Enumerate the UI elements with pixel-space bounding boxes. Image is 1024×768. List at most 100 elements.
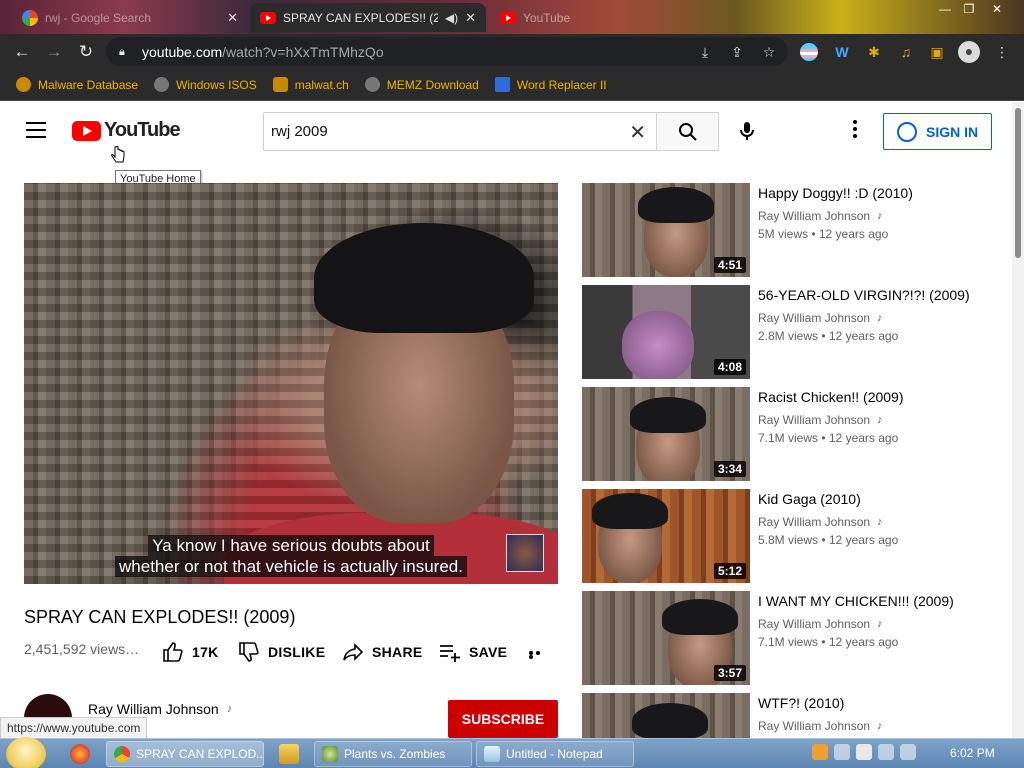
related-video[interactable]: WTF?! (2010) Ray William Johnson ♪ <box>582 693 1002 738</box>
close-tab-icon[interactable]: ✕ <box>227 10 238 26</box>
video-thumbnail[interactable]: 4:51 <box>582 183 750 277</box>
side-panel-icon[interactable]: ▣ <box>927 42 947 62</box>
search-query: rwj 2009 <box>271 123 328 140</box>
tab-youtube[interactable]: YouTube <box>490 3 610 32</box>
network-icon[interactable] <box>878 744 894 760</box>
channel-watermark[interactable] <box>506 534 544 572</box>
view-count[interactable]: 2,451,592 views… <box>24 641 139 657</box>
related-channel[interactable]: Ray William Johnson ♪ <box>758 719 883 733</box>
voice-search-button[interactable] <box>730 114 764 148</box>
music-note-icon: ♪ <box>877 516 883 528</box>
related-meta: 5M views • 12 years ago <box>758 227 889 241</box>
bookmark-star-icon[interactable]: ☆ <box>759 42 779 62</box>
video-frame-hair <box>314 223 534 333</box>
word-replacer-extension-icon[interactable]: W <box>832 42 852 62</box>
video-player[interactable]: Ya know I have serious doubts about whet… <box>24 183 558 584</box>
taskbar-app-chrome[interactable]: SPRAY CAN EXPLOD... <box>106 741 264 767</box>
sign-in-button[interactable]: SIGN IN <box>883 113 992 150</box>
related-video[interactable]: 5:12 Kid Gaga (2010) Ray William Johnson… <box>582 489 1002 585</box>
more-actions-icon[interactable] <box>529 651 547 659</box>
close-window-icon[interactable]: ✕ <box>986 0 1008 18</box>
profile-avatar-icon[interactable]: ● <box>958 41 980 63</box>
chrome-menu-icon[interactable]: ⋮ <box>992 42 1012 62</box>
related-video[interactable]: 3:34 Racist Chicken!! (2009) Ray William… <box>582 387 1002 483</box>
subscribe-button[interactable]: SUBSCRIBE <box>448 700 558 738</box>
video-thumbnail[interactable]: 3:57 <box>582 591 750 685</box>
start-button[interactable] <box>6 737 46 768</box>
related-title[interactable]: 56-YEAR-OLD VIRGIN?!?! (2009) <box>758 287 970 303</box>
media-queue-icon[interactable]: ♫ <box>896 42 916 62</box>
account-icon <box>897 121 917 142</box>
volume-icon[interactable] <box>900 744 916 760</box>
taskbar-app-notepad[interactable]: Untitled - Notepad <box>476 741 634 767</box>
video-thumbnail[interactable]: 3:34 <box>582 387 750 481</box>
channel-name[interactable]: Ray William Johnson ♪ <box>88 701 232 717</box>
firefox-icon[interactable] <box>70 744 90 764</box>
duration-badge: 3:34 <box>713 461 746 477</box>
related-video[interactable]: 4:08 56-YEAR-OLD VIRGIN?!?! (2009) Ray W… <box>582 285 1002 381</box>
bookmark-label: Windows ISOS <box>176 77 257 92</box>
windows-taskbar: SPRAY CAN EXPLOD... Plants vs. Zombies U… <box>0 737 1024 768</box>
related-title[interactable]: Racist Chicken!! (2009) <box>758 389 904 405</box>
related-channel[interactable]: Ray William Johnson ♪ <box>758 515 883 529</box>
hand-cursor-icon <box>111 146 125 163</box>
extensions-puzzle-icon[interactable]: ✱ <box>864 42 884 62</box>
share-button[interactable]: SHARE <box>342 641 423 663</box>
search-button[interactable] <box>656 112 719 151</box>
taskbar-app-pvz[interactable]: Plants vs. Zombies <box>314 741 472 767</box>
related-video[interactable]: 4:51 Happy Doggy!! :D (2010) Ray William… <box>582 183 1002 279</box>
video-thumbnail[interactable]: 4:08 <box>582 285 750 379</box>
forward-icon[interactable]: → <box>43 41 65 63</box>
related-video[interactable]: 3:57 I WANT MY CHICKEN!!! (2009) Ray Wil… <box>582 591 1002 687</box>
related-title[interactable]: Kid Gaga (2010) <box>758 491 861 507</box>
video-thumbnail[interactable]: 5:12 <box>582 489 750 583</box>
bookmark-windows-isos[interactable]: Windows ISOS <box>154 77 257 92</box>
related-channel[interactable]: Ray William Johnson ♪ <box>758 617 883 631</box>
restore-icon[interactable]: ❐ <box>958 0 980 18</box>
related-title[interactable]: I WANT MY CHICKEN!!! (2009) <box>758 593 954 609</box>
youtube-logo[interactable]: YouTube <box>72 119 181 142</box>
hamburger-menu-icon[interactable] <box>26 122 46 138</box>
bookmark-malware-database[interactable]: Malware Database <box>16 77 138 92</box>
reload-icon[interactable]: ↻ <box>75 41 97 63</box>
back-icon[interactable]: ← <box>11 41 33 63</box>
clock[interactable]: 6:02 PM <box>950 746 995 760</box>
address-bar[interactable]: 🔒︎ youtube.com/watch?v=hXxTmTMhzQo <box>106 37 788 66</box>
subtitle-line: whether or not that vehicle is actually … <box>24 556 558 577</box>
like-button[interactable]: 17K <box>162 641 219 663</box>
search-tray-icon[interactable] <box>812 744 828 760</box>
duration-badge: 4:08 <box>713 359 746 375</box>
tab-spray-can[interactable]: SPRAY CAN EXPLODES!! (2009) ◀) ✕ <box>250 3 486 32</box>
bookmark-malwatch[interactable]: malwat.ch <box>272 77 349 92</box>
page-scrollbar[interactable] <box>1012 102 1024 738</box>
search-input[interactable]: rwj 2009 ✕ <box>263 112 656 151</box>
video-thumbnail[interactable] <box>582 693 750 738</box>
close-tab-icon[interactable]: ✕ <box>465 10 476 26</box>
minimize-icon[interactable]: — <box>934 0 956 18</box>
tab-google-search[interactable]: rwj - Google Search ✕ <box>12 3 248 32</box>
speaker-icon[interactable]: ◀) <box>445 11 458 25</box>
related-title[interactable]: WTF?! (2010) <box>758 695 844 711</box>
browser-tabstrip: rwj - Google Search ✕ SPRAY CAN EXPLODES… <box>0 0 1024 34</box>
profile-flag-icon[interactable] <box>800 43 818 61</box>
bookmark-memz-download[interactable]: MEMZ Download <box>364 77 479 92</box>
related-title[interactable]: Happy Doggy!! :D (2010) <box>758 185 913 201</box>
network-helper-icon[interactable] <box>834 744 850 760</box>
settings-more-icon[interactable] <box>846 120 864 142</box>
install-app-icon[interactable]: ⤓ <box>695 42 715 62</box>
folder-icon[interactable] <box>279 744 299 764</box>
browser-toolbar: ← → ↻ 🔒︎ youtube.com/watch?v=hXxTmTMhzQo… <box>0 34 1024 69</box>
dislike-button[interactable]: DISLIKE <box>238 641 325 663</box>
clear-search-icon[interactable]: ✕ <box>629 120 646 145</box>
share-icon[interactable]: ⇪ <box>727 42 747 62</box>
taskbar-app-label: Untitled - Notepad <box>506 747 603 761</box>
action-center-icon[interactable] <box>856 744 872 760</box>
bookmark-word-replacer[interactable]: Word Replacer II <box>494 77 607 92</box>
share-label: SHARE <box>372 644 423 660</box>
scrollbar-thumb[interactable] <box>1015 108 1021 258</box>
related-channel[interactable]: Ray William Johnson ♪ <box>758 413 883 427</box>
related-channel[interactable]: Ray William Johnson ♪ <box>758 209 883 223</box>
related-channel[interactable]: Ray William Johnson ♪ <box>758 311 883 325</box>
dislike-label: DISLIKE <box>268 644 326 660</box>
save-button[interactable]: SAVE <box>439 641 507 663</box>
